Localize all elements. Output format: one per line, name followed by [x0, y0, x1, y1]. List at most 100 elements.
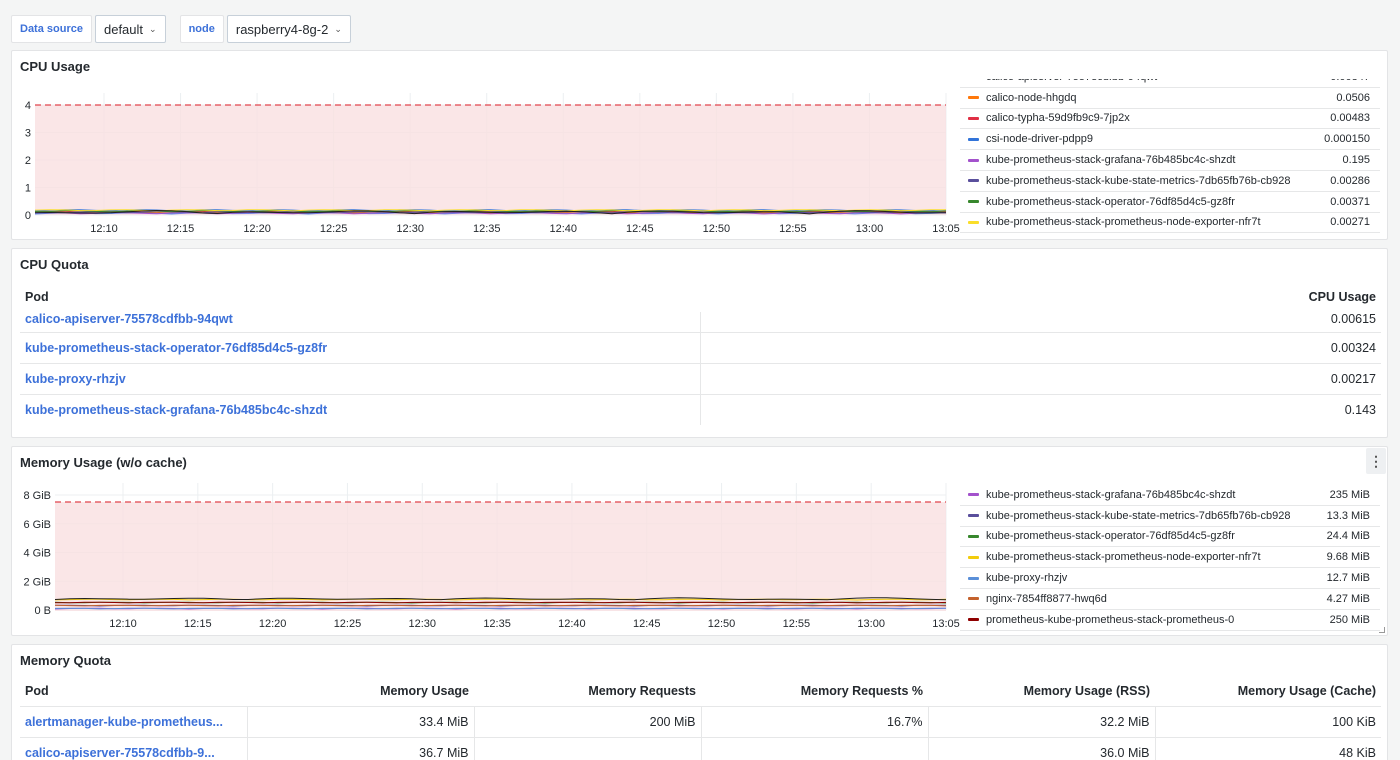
legend-label: kube-prometheus-stack-prometheus-node-ex…: [986, 551, 1261, 564]
column-header-pod[interactable]: Pod: [20, 676, 247, 706]
y-tick-label: 4: [25, 100, 31, 112]
panel-menu-icon[interactable]: ⋮: [1366, 448, 1386, 474]
pod-link[interactable]: calico-apiserver-75578cdfbb-94qwt: [20, 312, 701, 332]
x-tick-label: 12:15: [184, 618, 212, 630]
column-header-memory-rss[interactable]: Memory Usage (RSS): [928, 676, 1155, 706]
column-header-pod[interactable]: Pod: [20, 282, 700, 312]
node-label: node: [179, 15, 224, 43]
x-tick-label: 12:20: [259, 618, 287, 630]
column-header-cpu-usage[interactable]: CPU Usage: [700, 282, 1381, 312]
legend-swatch-icon: [968, 493, 979, 497]
legend-item[interactable]: kube-prometheus-stack-kube-state-metrics…: [960, 171, 1380, 192]
x-tick-label: 12:40: [558, 618, 586, 630]
table-row: kube-prometheus-stack-operator-76df85d4c…: [20, 331, 1381, 363]
x-tick-label: 12:35: [483, 618, 511, 630]
legend-item[interactable]: csi-node-driver-pdpp9 0.000150: [960, 129, 1380, 151]
legend-item[interactable]: calico-apiserver-75578cdfbb-94qwt0.00847: [960, 79, 1380, 88]
legend-value: 4.27 MiB: [1326, 592, 1370, 605]
node-select[interactable]: raspberry4-8g-2 ⌄: [226, 15, 351, 43]
memory-usage-cell: 36.7 MiB: [247, 736, 475, 760]
memory-quota-table: Pod Memory Usage Memory Requests Memory …: [20, 676, 1381, 760]
legend-label: csi-node-driver-pdpp9: [986, 133, 1093, 146]
memory-usage-cell: 33.4 MiB: [247, 705, 475, 737]
table-row: alertmanager-kube-prometheus... 33.4 MiB…: [20, 705, 1381, 737]
memory-cache-cell: 100 KiB: [1155, 705, 1381, 737]
column-header-memory-cache[interactable]: Memory Usage (Cache): [1155, 676, 1381, 706]
y-tick-label: 4 GiB: [23, 548, 51, 560]
table-row: calico-apiserver-75578cdfbb-94qwt 0.0061…: [20, 312, 1381, 332]
pod-link[interactable]: calico-apiserver-75578cdfbb-9...: [20, 736, 248, 760]
y-tick-label: 0: [25, 210, 31, 222]
legend-swatch-icon: [968, 220, 979, 224]
legend-item[interactable]: kube-prometheus-stack-operator-76df85d4c…: [960, 527, 1380, 548]
x-tick-label: 12:45: [626, 223, 654, 235]
legend-item[interactable]: kube-prometheus-stack-kube-state-metrics…: [960, 506, 1380, 527]
memory-rss-cell: 36.0 MiB: [928, 736, 1156, 760]
panel-title: CPU Quota: [20, 257, 89, 272]
column-header-memory-usage[interactable]: Memory Usage: [247, 676, 474, 706]
y-tick-label: 1: [25, 183, 31, 195]
legend-swatch-icon: [968, 555, 979, 559]
legend-value: 13.3 MiB: [1326, 509, 1370, 522]
legend-item[interactable]: kube-prometheus-stack-operator-76df85d4c…: [960, 192, 1380, 213]
legend-swatch-icon: [968, 618, 979, 622]
legend-item[interactable]: calico-node-hhgdq 0.0506: [960, 88, 1380, 109]
pod-link[interactable]: kube-proxy-rhzjv: [20, 362, 701, 394]
pod-link[interactable]: kube-prometheus-stack-operator-76df85d4c…: [20, 331, 701, 363]
pod-link[interactable]: kube-prometheus-stack-grafana-76b485bc4c…: [20, 393, 701, 425]
x-tick-label: 12:55: [783, 618, 811, 630]
cpu-legend: calico-apiserver-75578cdfbb-94qwt0.00847…: [960, 79, 1380, 235]
column-header-memory-requests[interactable]: Memory Requests: [474, 676, 701, 706]
x-tick-label: 13:00: [857, 618, 885, 630]
legend-value: 0.000150: [1324, 133, 1370, 146]
cpu-usage-cell: 0.00615: [1330, 312, 1376, 326]
datasource-select[interactable]: default ⌄: [94, 15, 166, 43]
legend-item[interactable]: kube-prometheus-stack-grafana-76b485bc4c…: [960, 485, 1380, 506]
chevron-down-icon: ⌄: [149, 23, 157, 34]
legend-swatch-icon: [968, 576, 979, 580]
legend-item[interactable]: kube-proxy-rhzjv 12.7 MiB: [960, 568, 1380, 589]
memory-legend: kube-prometheus-stack-grafana-76b485bc4c…: [960, 485, 1380, 631]
legend-item[interactable]: prometheus-kube-prometheus-stack-prometh…: [960, 610, 1380, 631]
legend-label: kube-proxy-rhzjv: [986, 572, 1068, 585]
variables-bar: Data source default ⌄ node raspberry4-8g…: [11, 15, 351, 43]
x-tick-label: 12:20: [243, 223, 271, 235]
x-tick-label: 13:00: [856, 223, 884, 235]
legend-swatch-icon: [968, 179, 979, 183]
x-tick-label: 12:50: [708, 618, 736, 630]
legend-value: 235 MiB: [1329, 488, 1370, 501]
pod-link[interactable]: alertmanager-kube-prometheus...: [20, 705, 248, 737]
legend-swatch-icon: [968, 597, 979, 601]
legend-item[interactable]: kube-prometheus-stack-grafana-76b485bc4c…: [960, 150, 1380, 171]
legend-value: 24.4 MiB: [1326, 530, 1370, 543]
x-tick-label: 12:25: [320, 223, 348, 235]
legend-label: calico-apiserver-75578cdfbb-94qwt: [986, 79, 1310, 83]
x-tick-label: 12:45: [633, 618, 661, 630]
x-tick-label: 12:55: [779, 223, 807, 235]
legend-swatch-icon: [968, 534, 979, 538]
x-tick-label: 12:25: [334, 618, 362, 630]
legend-label: kube-prometheus-stack-prometheus-node-ex…: [986, 216, 1261, 229]
legend-label: kube-prometheus-stack-operator-76df85d4c…: [986, 530, 1235, 543]
table-row: kube-proxy-rhzjv 0.00217: [20, 362, 1381, 394]
legend-item[interactable]: kube-prometheus-stack-prometheus-node-ex…: [960, 213, 1380, 234]
legend-item[interactable]: kube-prometheus-stack-prometheus-node-ex…: [960, 547, 1380, 569]
memory-requests-pct-cell: 16.7%: [701, 705, 929, 737]
legend-swatch-icon: [968, 137, 979, 141]
memory-cache-cell: 48 KiB: [1155, 736, 1381, 760]
resize-handle[interactable]: [1379, 627, 1385, 633]
cpu-usage-cell: 0.00217: [700, 362, 1381, 394]
memory-limit-area: [55, 502, 946, 611]
legend-value: 9.68 MiB: [1326, 551, 1370, 564]
legend-swatch-icon: [968, 514, 979, 518]
x-tick-label: 12:15: [167, 223, 195, 235]
x-tick-label: 13:05: [932, 618, 960, 630]
x-tick-label: 12:10: [90, 223, 118, 235]
legend-label: kube-prometheus-stack-grafana-76b485bc4c…: [986, 154, 1236, 167]
legend-item[interactable]: nginx-7854ff8877-hwq6d 4.27 MiB: [960, 589, 1380, 610]
memory-rss-cell: 32.2 MiB: [928, 705, 1156, 737]
legend-item[interactable]: calico-typha-59d9fb9c9-7jp2x 0.00483: [960, 109, 1380, 130]
cpu-limit-area: [35, 105, 946, 215]
memory-requests-pct-cell: [701, 736, 929, 760]
column-header-memory-requests-pct[interactable]: Memory Requests %: [701, 676, 928, 706]
